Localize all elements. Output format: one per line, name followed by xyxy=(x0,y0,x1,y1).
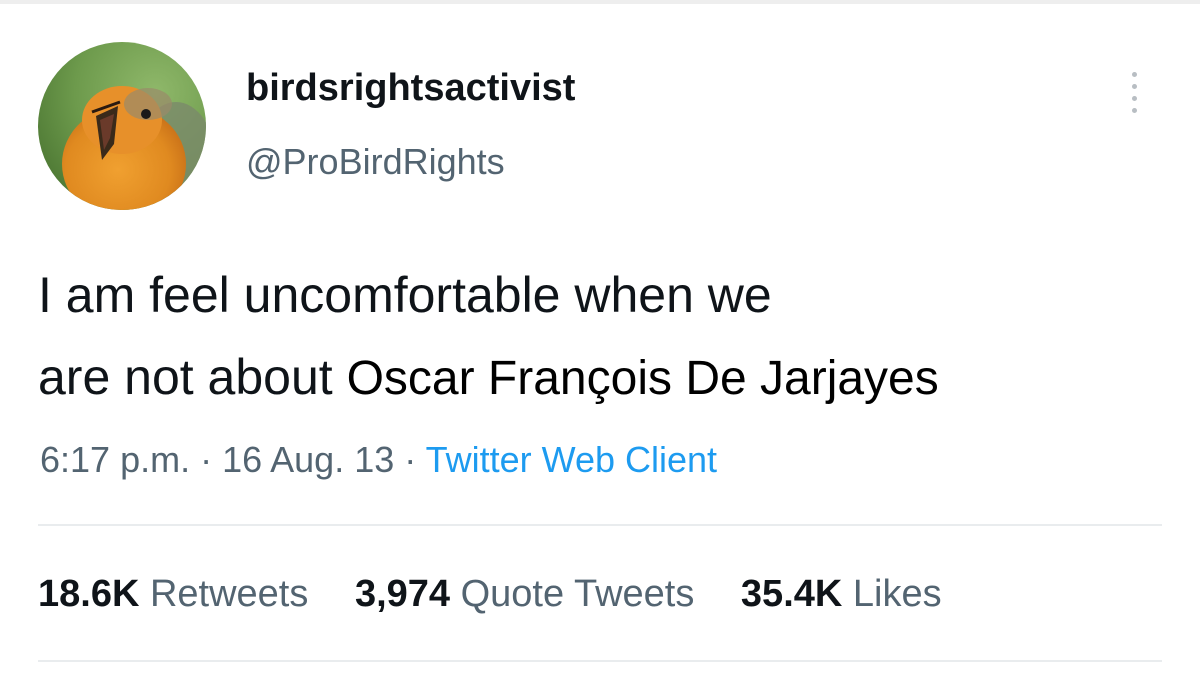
tweet-meta: 6:17 p.m. · 16 Aug. 13 · Twitter Web Cli… xyxy=(40,436,717,484)
user-handle[interactable]: @ProBirdRights xyxy=(246,138,505,186)
quote-tweets-stat[interactable]: 3,974 Quote Tweets xyxy=(355,573,694,615)
robin-bird-icon xyxy=(38,42,206,210)
tweet-text-line-2-start: are not about xyxy=(38,349,347,405)
tweet-text-line-2: are not about Oscar François De Jarjayes xyxy=(38,336,1188,420)
meta-separator: · xyxy=(190,439,223,480)
quote-tweets-label: Quote Tweets xyxy=(450,573,695,615)
more-dot xyxy=(1131,107,1137,113)
more-dot xyxy=(1131,83,1137,89)
tweet-source-link[interactable]: Twitter Web Client xyxy=(426,439,717,480)
divider xyxy=(38,524,1162,526)
more-dot xyxy=(1131,71,1137,77)
more-vertical-icon[interactable] xyxy=(1122,68,1146,116)
display-name[interactable]: birdsrightsactivist xyxy=(246,64,575,112)
quote-tweets-count: 3,974 xyxy=(354,573,451,615)
retweets-count: 18.6K xyxy=(38,573,140,615)
tweet-time[interactable]: 6:17 p.m. xyxy=(40,439,190,480)
avatar[interactable] xyxy=(38,42,206,210)
retweets-label: Retweets xyxy=(139,573,309,615)
likes-stat[interactable]: 35.4K Likes xyxy=(741,573,942,615)
likes-label: Likes xyxy=(842,573,942,615)
tweet-text-line-1: I am feel uncomfortable when we xyxy=(38,267,772,323)
more-dot xyxy=(1131,95,1137,101)
tweet-text: I am feel uncomfortable when we are not … xyxy=(38,254,1188,420)
tweet-date[interactable]: 16 Aug. 13 xyxy=(222,439,394,480)
top-border xyxy=(0,0,1200,4)
meta-separator: · xyxy=(394,439,426,480)
tweet-stats: 18.6K Retweets 3,974 Quote Tweets 35.4K … xyxy=(38,570,978,618)
tweet-text-overlay: Oscar François De Jarjayes xyxy=(346,352,939,405)
likes-count: 35.4K xyxy=(740,573,843,615)
retweets-stat[interactable]: 18.6K Retweets xyxy=(38,573,308,615)
divider xyxy=(38,660,1162,662)
